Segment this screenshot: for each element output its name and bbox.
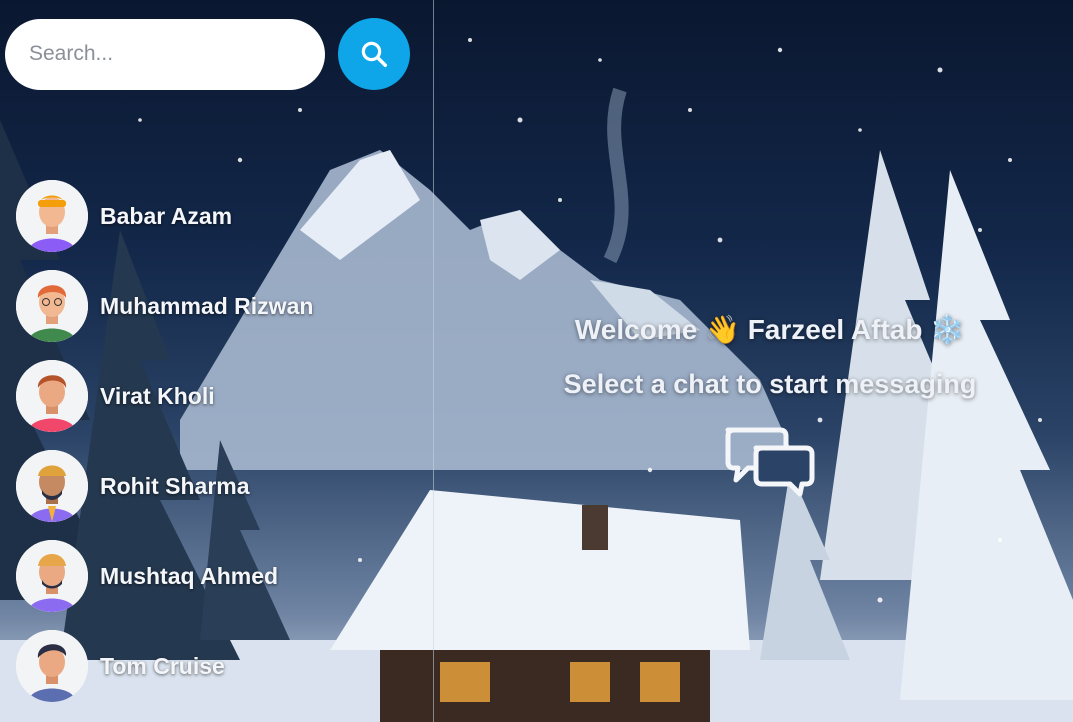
contact-item[interactable]: Virat Kholi [16,360,426,432]
app-background: Babar Azam Muhammad Rizwan [0,0,1073,722]
welcome-subtitle: Select a chat to start messaging [563,369,977,399]
welcome-greeting: Welcome 👋 Farzeel Aftab ❄️ [574,314,966,345]
search-button[interactable] [338,18,410,90]
search-bar [5,18,410,90]
avatar [16,450,88,522]
contact-name: Virat Kholi [100,382,215,409]
avatar [16,360,88,432]
chat-bubbles-icon [725,427,815,497]
avatar [16,540,88,612]
contact-item[interactable]: Muhammad Rizwan [16,270,426,342]
search-icon [361,41,387,67]
contact-name: Babar Azam [100,202,233,229]
contact-name: Mushtaq Ahmed [100,562,279,589]
avatar [16,630,88,702]
contact-name: Rohit Sharma [100,472,250,499]
contact-name: Muhammad Rizwan [100,292,314,319]
search-input[interactable] [5,18,325,90]
contact-item[interactable]: Rohit Sharma [16,450,426,522]
sidebar: Babar Azam Muhammad Rizwan [0,0,434,722]
welcome-panel: Welcome 👋 Farzeel Aftab ❄️ Select a chat… [520,306,1020,505]
contact-item[interactable]: Tom Cruise [16,630,426,702]
contact-item[interactable]: Babar Azam [16,180,426,252]
avatar [16,270,88,342]
contact-item[interactable]: Mushtaq Ahmed [16,540,426,612]
avatar [16,180,88,252]
contact-name: Tom Cruise [100,652,225,679]
contact-list: Babar Azam Muhammad Rizwan Virat Kholi R… [16,180,426,720]
